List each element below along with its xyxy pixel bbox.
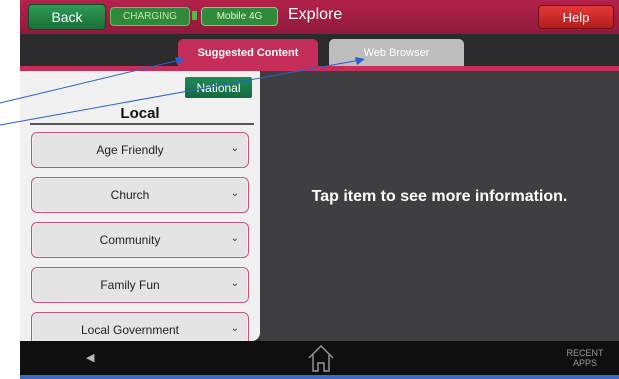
chevron-down-icon: ⌄	[230, 278, 239, 289]
chevron-down-icon: ⌄	[230, 188, 239, 199]
recent-apps-button[interactable]: RECENT APPS	[565, 348, 605, 368]
android-nav-bar: ◀ RECENT APPS	[20, 341, 619, 375]
tab-suggested-content[interactable]: Suggested Content	[178, 39, 318, 66]
national-button[interactable]: National	[185, 77, 252, 98]
recent-apps-label: APPS	[572, 358, 597, 368]
battery-icon	[192, 11, 197, 20]
network-status-badge: Mobile 4G	[201, 7, 278, 26]
chevron-down-icon: ⌄	[230, 323, 239, 334]
chevron-down-icon: ⌄	[230, 143, 239, 154]
recent-apps-label: RECENT	[566, 348, 604, 358]
page-title: Explore	[288, 6, 343, 23]
category-item-age-friendly[interactable]: Age Friendly ⌄	[31, 132, 249, 168]
category-label: Community	[99, 233, 161, 247]
local-heading: Local	[120, 105, 160, 122]
category-item-local-government[interactable]: Local Government ⌄	[31, 312, 249, 341]
heading-divider	[30, 123, 254, 125]
tablet-screen: Back CHARGING Mobile 4G Explore Help Sug…	[20, 0, 619, 379]
tab-bar: Suggested Content Web Browser	[20, 34, 619, 66]
bottom-stripe	[20, 375, 619, 379]
category-label: Age Friendly	[96, 143, 164, 157]
help-button[interactable]: Help	[538, 5, 614, 29]
category-item-church[interactable]: Church ⌄	[31, 177, 249, 213]
charging-status-badge: CHARGING	[110, 7, 190, 26]
detail-panel: Tap item to see more information.	[260, 71, 619, 341]
top-bar: Back CHARGING Mobile 4G Explore Help	[20, 0, 619, 34]
category-panel: National Local Age Friendly ⌄ Church ⌄ C…	[20, 71, 260, 341]
category-label: Family Fun	[100, 278, 160, 292]
empty-state-message: Tap item to see more information.	[311, 188, 568, 205]
home-icon[interactable]	[306, 343, 336, 378]
chevron-down-icon: ⌄	[230, 233, 239, 244]
tab-web-browser[interactable]: Web Browser	[329, 39, 464, 66]
category-label: Church	[110, 188, 150, 202]
back-button[interactable]: Back	[28, 4, 106, 30]
category-item-family-fun[interactable]: Family Fun ⌄	[31, 267, 249, 303]
nav-back-icon[interactable]: ◀	[86, 351, 94, 364]
category-item-community[interactable]: Community ⌄	[31, 222, 249, 258]
category-label: Local Government	[80, 323, 180, 337]
